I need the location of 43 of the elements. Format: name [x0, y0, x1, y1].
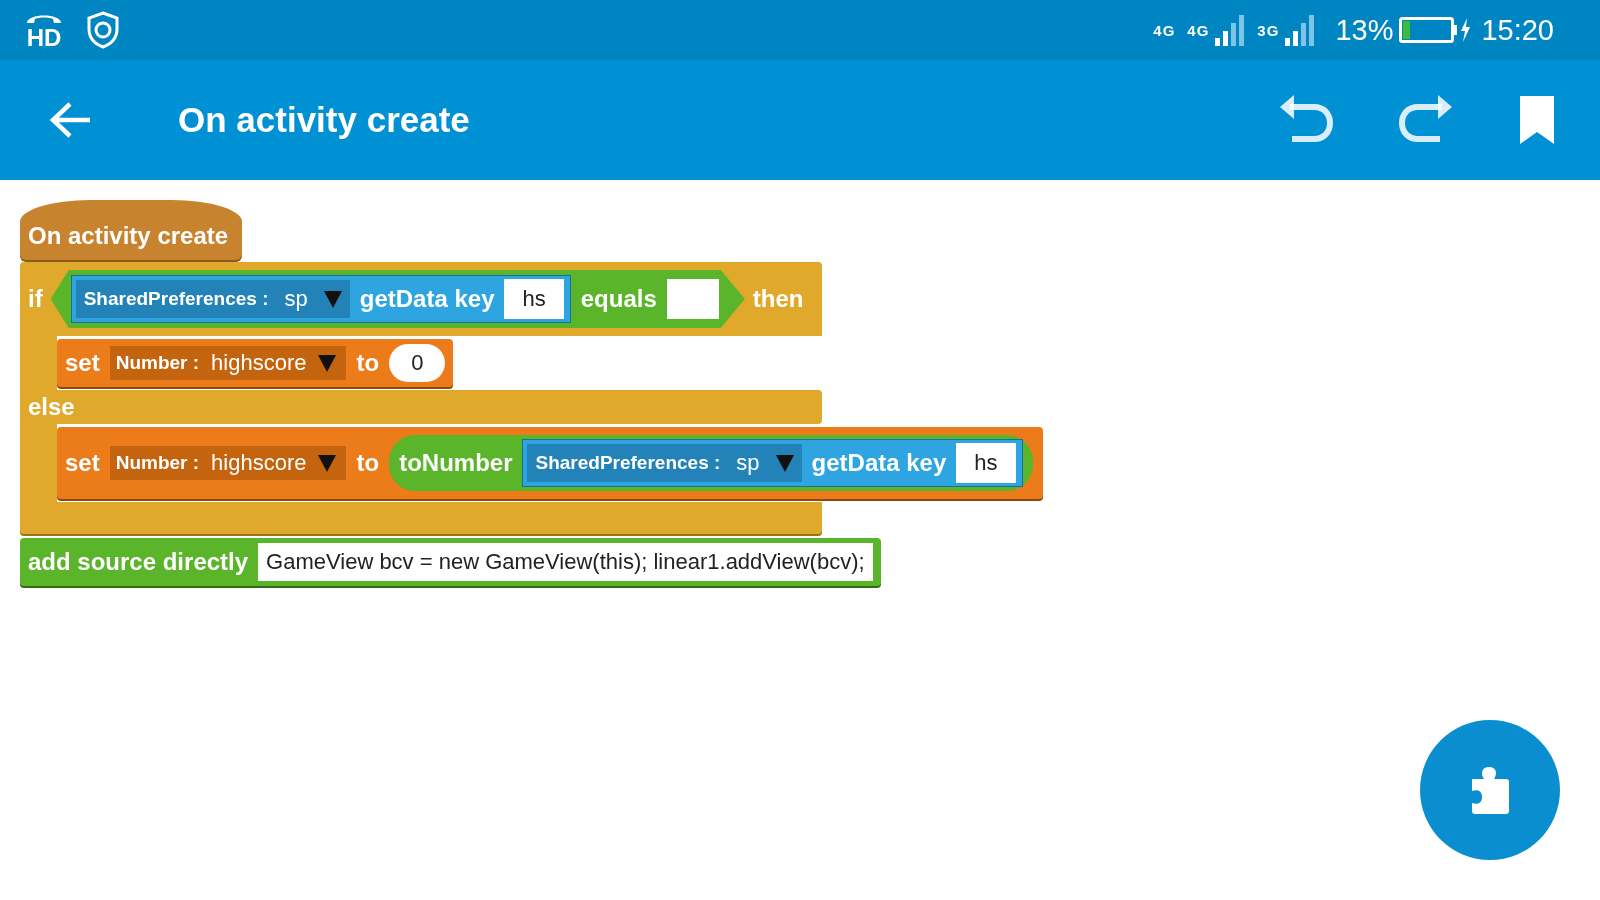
then-keyword: then — [752, 285, 804, 313]
screen-title: On activity create — [178, 100, 470, 140]
caret-icon — [318, 354, 337, 372]
set-keyword: set — [65, 449, 100, 477]
caret-icon — [775, 454, 794, 472]
set-block[interactable]: set Number : highscore to toNumber SharedPreferences : sp getData key hs — [57, 427, 1043, 499]
variable-dropdown[interactable]: Number : highscore — [109, 346, 347, 380]
code-field[interactable]: GameView bcv = new GameView(this); linear1.addView(bcv); — [258, 543, 873, 581]
network-label: 4G — [1153, 21, 1176, 39]
empty-field[interactable] — [666, 279, 719, 319]
shield-icon — [86, 11, 120, 49]
caret-icon — [318, 454, 337, 472]
source-block[interactable]: add source directly GameView bcv = new GameView(this); linear1.addView(bcv); — [20, 538, 881, 586]
clock-time: 15:20 — [1481, 13, 1554, 47]
signal-icon — [1215, 14, 1246, 46]
set-keyword: set — [65, 349, 100, 377]
method-label: getData key — [811, 449, 947, 477]
to-keyword: to — [356, 349, 380, 377]
equals-block[interactable]: SharedPreferences : sp getData key hs equals — [50, 270, 745, 328]
caret-icon — [323, 290, 342, 308]
signal-icon — [1285, 14, 1316, 46]
object-dropdown[interactable]: SharedPreferences : sp — [75, 280, 350, 318]
if-block-header[interactable]: if SharedPreferences : sp getData key hs equals then — [20, 262, 822, 336]
get-data-block[interactable]: SharedPreferences : sp getData key hs — [70, 275, 571, 323]
to-number-block[interactable]: toNumber SharedPreferences : sp getData key hs — [389, 435, 1033, 491]
battery-percent: 13% — [1335, 13, 1394, 47]
key-field[interactable]: hs — [504, 279, 564, 319]
source-keyword: add source directly — [28, 548, 249, 576]
key-field[interactable]: hs — [956, 443, 1016, 483]
if-keyword: if — [28, 285, 43, 313]
number-field[interactable]: 0 — [389, 344, 446, 382]
object-dropdown[interactable]: SharedPreferences : sp — [527, 444, 802, 482]
variable-dropdown[interactable]: Number : highscore — [109, 446, 347, 480]
network-label: 3G — [1257, 21, 1280, 39]
battery-charging-icon — [1399, 17, 1472, 43]
method-label: getData key — [359, 285, 495, 313]
set-block[interactable]: set Number : highscore to 0 — [57, 339, 454, 387]
network-label: 4G — [1187, 21, 1210, 39]
get-data-block[interactable]: SharedPreferences : sp getData key hs — [522, 439, 1023, 487]
to-keyword: to — [356, 449, 380, 477]
operator-label: equals — [580, 285, 657, 313]
to-number-label: toNumber — [399, 449, 513, 477]
else-keyword: else — [28, 393, 75, 421]
